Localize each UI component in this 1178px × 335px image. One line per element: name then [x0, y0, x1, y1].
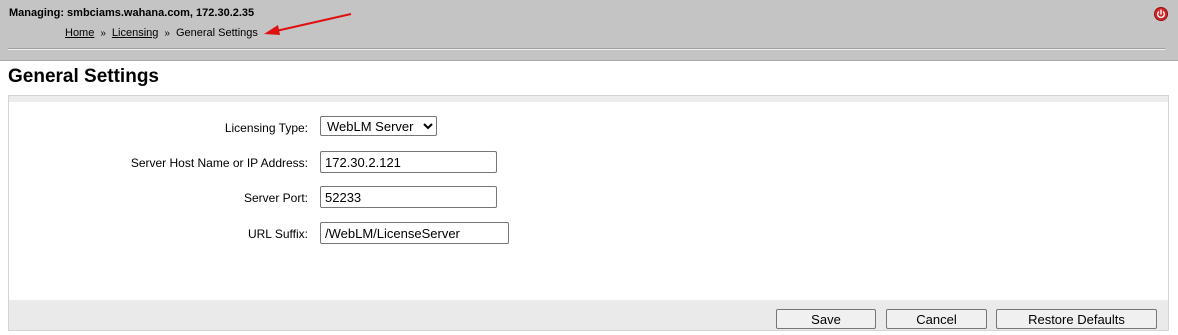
cancel-button[interactable]: Cancel	[886, 309, 987, 329]
server-port-input[interactable]	[320, 186, 497, 208]
panel-top-bar	[9, 96, 1168, 102]
server-port-label: Server Port:	[243, 191, 308, 205]
breadcrumb: Home » Licensing » General Settings	[65, 27, 258, 39]
settings-panel: Licensing Type: WebLM Server Server Host…	[8, 95, 1169, 331]
red-arrow-annotation	[264, 13, 352, 35]
url-suffix-label: URL Suffix:	[247, 227, 308, 241]
managing-label: Managing: smbciams.wahana.com, 172.30.2.…	[9, 7, 255, 19]
server-host-row: Server Host Name or IP Address:	[9, 151, 1168, 175]
server-host-label: Server Host Name or IP Address:	[130, 156, 308, 170]
restore-defaults-button[interactable]: Restore Defaults	[996, 309, 1157, 329]
breadcrumb-separator: »	[164, 28, 170, 39]
save-button[interactable]: Save	[776, 309, 876, 329]
url-suffix-input[interactable]	[320, 222, 509, 244]
top-header: Managing: smbciams.wahana.com, 172.30.2.…	[0, 0, 1178, 61]
licensing-type-label: Licensing Type:	[224, 121, 308, 135]
breadcrumb-current: General Settings	[175, 27, 258, 39]
button-bar: Save Cancel Restore Defaults	[9, 300, 1168, 330]
licensing-type-select[interactable]: WebLM Server	[320, 116, 437, 136]
breadcrumb-licensing-link[interactable]: Licensing	[112, 27, 158, 39]
breadcrumb-separator: »	[100, 28, 106, 39]
server-host-input[interactable]	[320, 151, 497, 173]
url-suffix-row: URL Suffix:	[9, 222, 1168, 246]
server-port-row: Server Port:	[9, 186, 1168, 210]
licensing-type-row: Licensing Type: WebLM Server	[9, 116, 1168, 140]
header-divider	[8, 48, 1165, 50]
power-icon[interactable]	[1154, 7, 1168, 21]
breadcrumb-home-link[interactable]: Home	[65, 27, 94, 39]
page-title: General Settings	[8, 66, 159, 87]
